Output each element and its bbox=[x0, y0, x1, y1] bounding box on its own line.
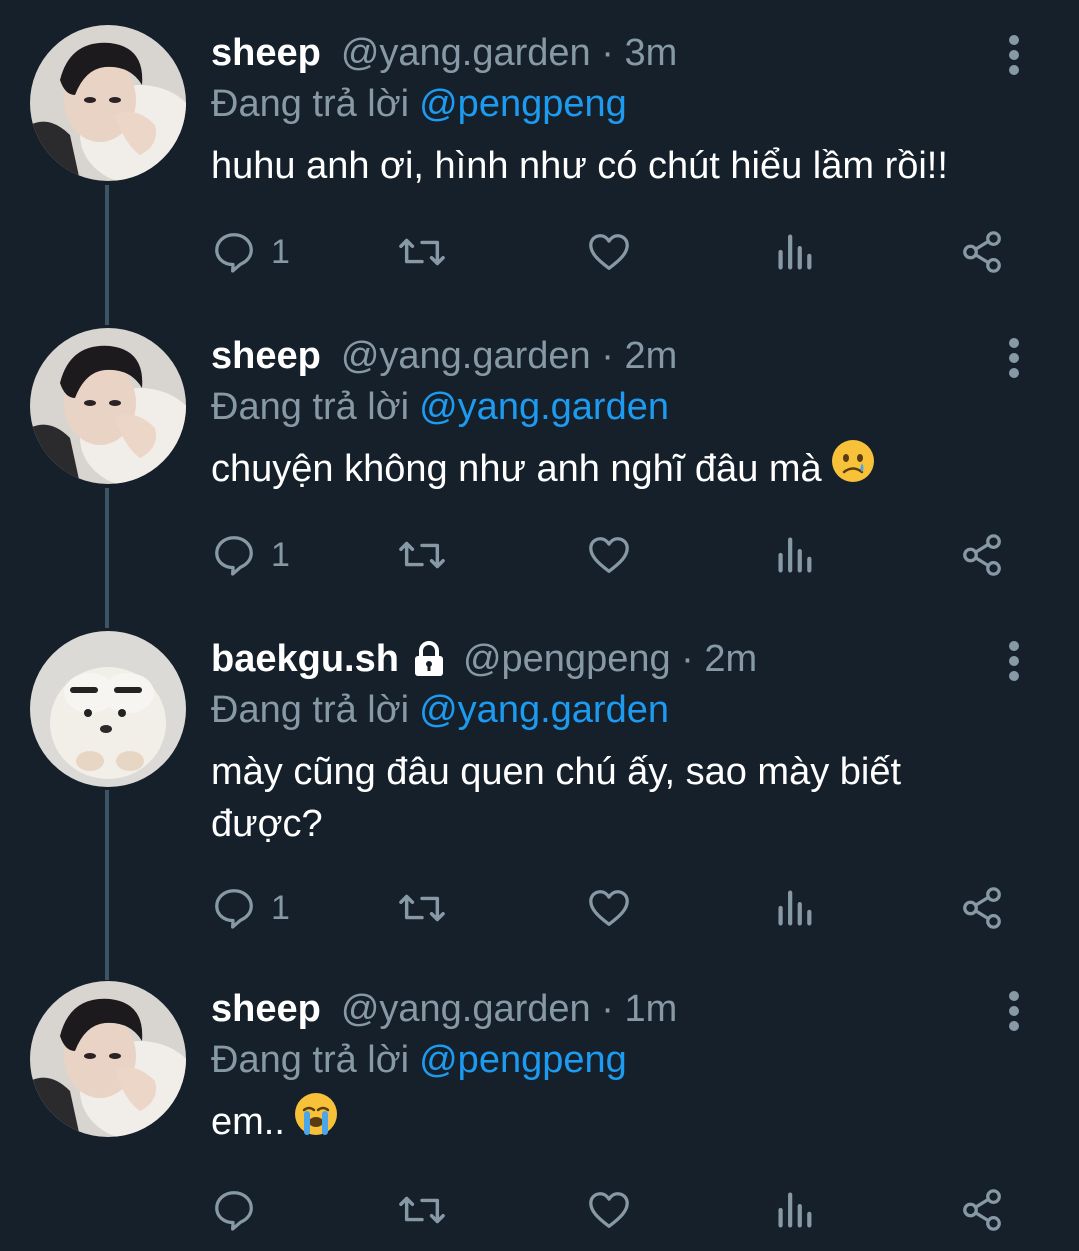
replying-label: Đang trả lời bbox=[211, 386, 410, 428]
retweet-icon bbox=[399, 1196, 445, 1224]
analytics-icon bbox=[778, 234, 812, 270]
replying-to: Đang trả lời @yang.garden bbox=[211, 684, 1009, 736]
display-name[interactable]: sheep bbox=[211, 984, 321, 1034]
more-options-icon[interactable] bbox=[999, 333, 1029, 383]
handle[interactable]: @pengpeng · 2m bbox=[463, 634, 757, 684]
more-options-icon[interactable] bbox=[999, 30, 1029, 80]
timestamp: 3m bbox=[624, 32, 678, 74]
more-options-icon[interactable] bbox=[999, 636, 1029, 686]
lock-icon bbox=[409, 639, 449, 679]
tweet-actions: 1 bbox=[211, 222, 1031, 282]
tweet[interactable]: sheep @yang.garden · 2m Đang trả lời @yan… bbox=[0, 303, 1079, 606]
retweet-button[interactable] bbox=[396, 878, 448, 938]
replying-label: Đang trả lời bbox=[211, 689, 410, 731]
retweet-button[interactable] bbox=[396, 222, 448, 282]
retweet-icon bbox=[399, 541, 445, 569]
puppy-avatar-image bbox=[30, 631, 186, 787]
display-name[interactable]: sheep bbox=[211, 28, 321, 78]
retweet-icon bbox=[399, 894, 445, 922]
retweet-button[interactable] bbox=[396, 525, 448, 585]
tweet-actions bbox=[211, 1180, 1031, 1240]
share-button[interactable] bbox=[959, 222, 1005, 282]
boy-avatar-image bbox=[30, 328, 186, 484]
boy-avatar-image bbox=[30, 981, 186, 1137]
timestamp: 1m bbox=[624, 988, 678, 1030]
reply-count: 1 bbox=[271, 232, 290, 271]
reply-button[interactable]: 1 bbox=[211, 525, 290, 585]
reply-icon bbox=[215, 1191, 253, 1231]
share-button[interactable] bbox=[959, 1180, 1005, 1240]
timestamp: 2m bbox=[624, 335, 678, 377]
loudly-crying-face-emoji bbox=[293, 1091, 339, 1151]
mention-link[interactable]: @yang.garden bbox=[419, 689, 669, 731]
analytics-button[interactable] bbox=[773, 222, 815, 282]
display-name[interactable]: baekgu.sh bbox=[211, 634, 399, 684]
tweet-text: mày cũng đâu quen chú ấy, sao mày biết đ… bbox=[211, 751, 902, 845]
like-button[interactable] bbox=[585, 878, 633, 938]
handle[interactable]: @yang.garden · 1m bbox=[341, 984, 677, 1034]
avatar[interactable] bbox=[30, 25, 186, 181]
retweet-icon bbox=[399, 238, 445, 266]
like-button[interactable] bbox=[585, 525, 633, 585]
analytics-button[interactable] bbox=[773, 1180, 815, 1240]
replying-label: Đang trả lời bbox=[211, 83, 410, 125]
tweet-text: em.. bbox=[211, 1092, 1009, 1151]
share-icon bbox=[963, 534, 1001, 576]
like-button[interactable] bbox=[585, 222, 633, 282]
share-button[interactable] bbox=[959, 878, 1005, 938]
tweet[interactable]: baekgu.sh @pengpeng · 2m Đang trả lời @ya… bbox=[0, 606, 1079, 956]
handle[interactable]: @yang.garden · 2m bbox=[341, 331, 677, 381]
share-button[interactable] bbox=[959, 525, 1005, 585]
reply-count: 1 bbox=[271, 535, 290, 574]
handle[interactable]: @yang.garden · 3m bbox=[341, 28, 677, 78]
heart-icon bbox=[589, 234, 629, 270]
reply-button[interactable]: 1 bbox=[211, 222, 290, 282]
heart-icon bbox=[589, 537, 629, 573]
reply-icon bbox=[215, 233, 253, 273]
crying-face-emoji bbox=[830, 438, 876, 498]
retweet-button[interactable] bbox=[396, 1180, 448, 1240]
mention-link[interactable]: @pengpeng bbox=[419, 1039, 627, 1081]
reply-icon bbox=[215, 889, 253, 929]
tweet-actions: 1 bbox=[211, 525, 1031, 585]
replying-label: Đang trả lời bbox=[211, 1039, 410, 1081]
analytics-icon bbox=[778, 1192, 812, 1228]
tweet-actions: 1 bbox=[211, 878, 1031, 938]
analytics-icon bbox=[778, 537, 812, 573]
like-button[interactable] bbox=[585, 1180, 633, 1240]
reply-count: 1 bbox=[271, 888, 290, 927]
display-name[interactable]: sheep bbox=[211, 331, 321, 381]
tweet-text: chuyện không như anh nghĩ đâu mà bbox=[211, 439, 1009, 498]
tweet[interactable]: sheep @yang.garden · 1m Đang trả lời @pen… bbox=[0, 956, 1079, 1251]
replying-to: Đang trả lời @pengpeng bbox=[211, 1034, 1009, 1086]
reply-icon bbox=[215, 536, 253, 576]
analytics-icon bbox=[778, 890, 812, 926]
replying-to: Đang trả lời @pengpeng bbox=[211, 78, 1009, 130]
reply-button[interactable] bbox=[211, 1180, 271, 1240]
share-icon bbox=[963, 1189, 1001, 1231]
share-icon bbox=[963, 887, 1001, 929]
timestamp: 2m bbox=[704, 638, 758, 680]
replying-to: Đang trả lời @yang.garden bbox=[211, 381, 1009, 433]
reply-button[interactable]: 1 bbox=[211, 878, 290, 938]
analytics-button[interactable] bbox=[773, 525, 815, 585]
mention-link[interactable]: @pengpeng bbox=[419, 83, 627, 125]
share-icon bbox=[963, 231, 1001, 273]
heart-icon bbox=[589, 890, 629, 926]
tweet[interactable]: sheep @yang.garden · 3m Đang trả lời @pen… bbox=[0, 0, 1079, 303]
avatar[interactable] bbox=[30, 981, 186, 1137]
mention-link[interactable]: @yang.garden bbox=[419, 386, 669, 428]
analytics-button[interactable] bbox=[773, 878, 815, 938]
heart-icon bbox=[589, 1192, 629, 1228]
tweet-text: huhu anh ơi, hình như có chút hiểu lầm r… bbox=[211, 145, 948, 187]
avatar[interactable] bbox=[30, 328, 186, 484]
more-options-icon[interactable] bbox=[999, 986, 1029, 1036]
avatar[interactable] bbox=[30, 631, 186, 787]
boy-avatar-image bbox=[30, 25, 186, 181]
